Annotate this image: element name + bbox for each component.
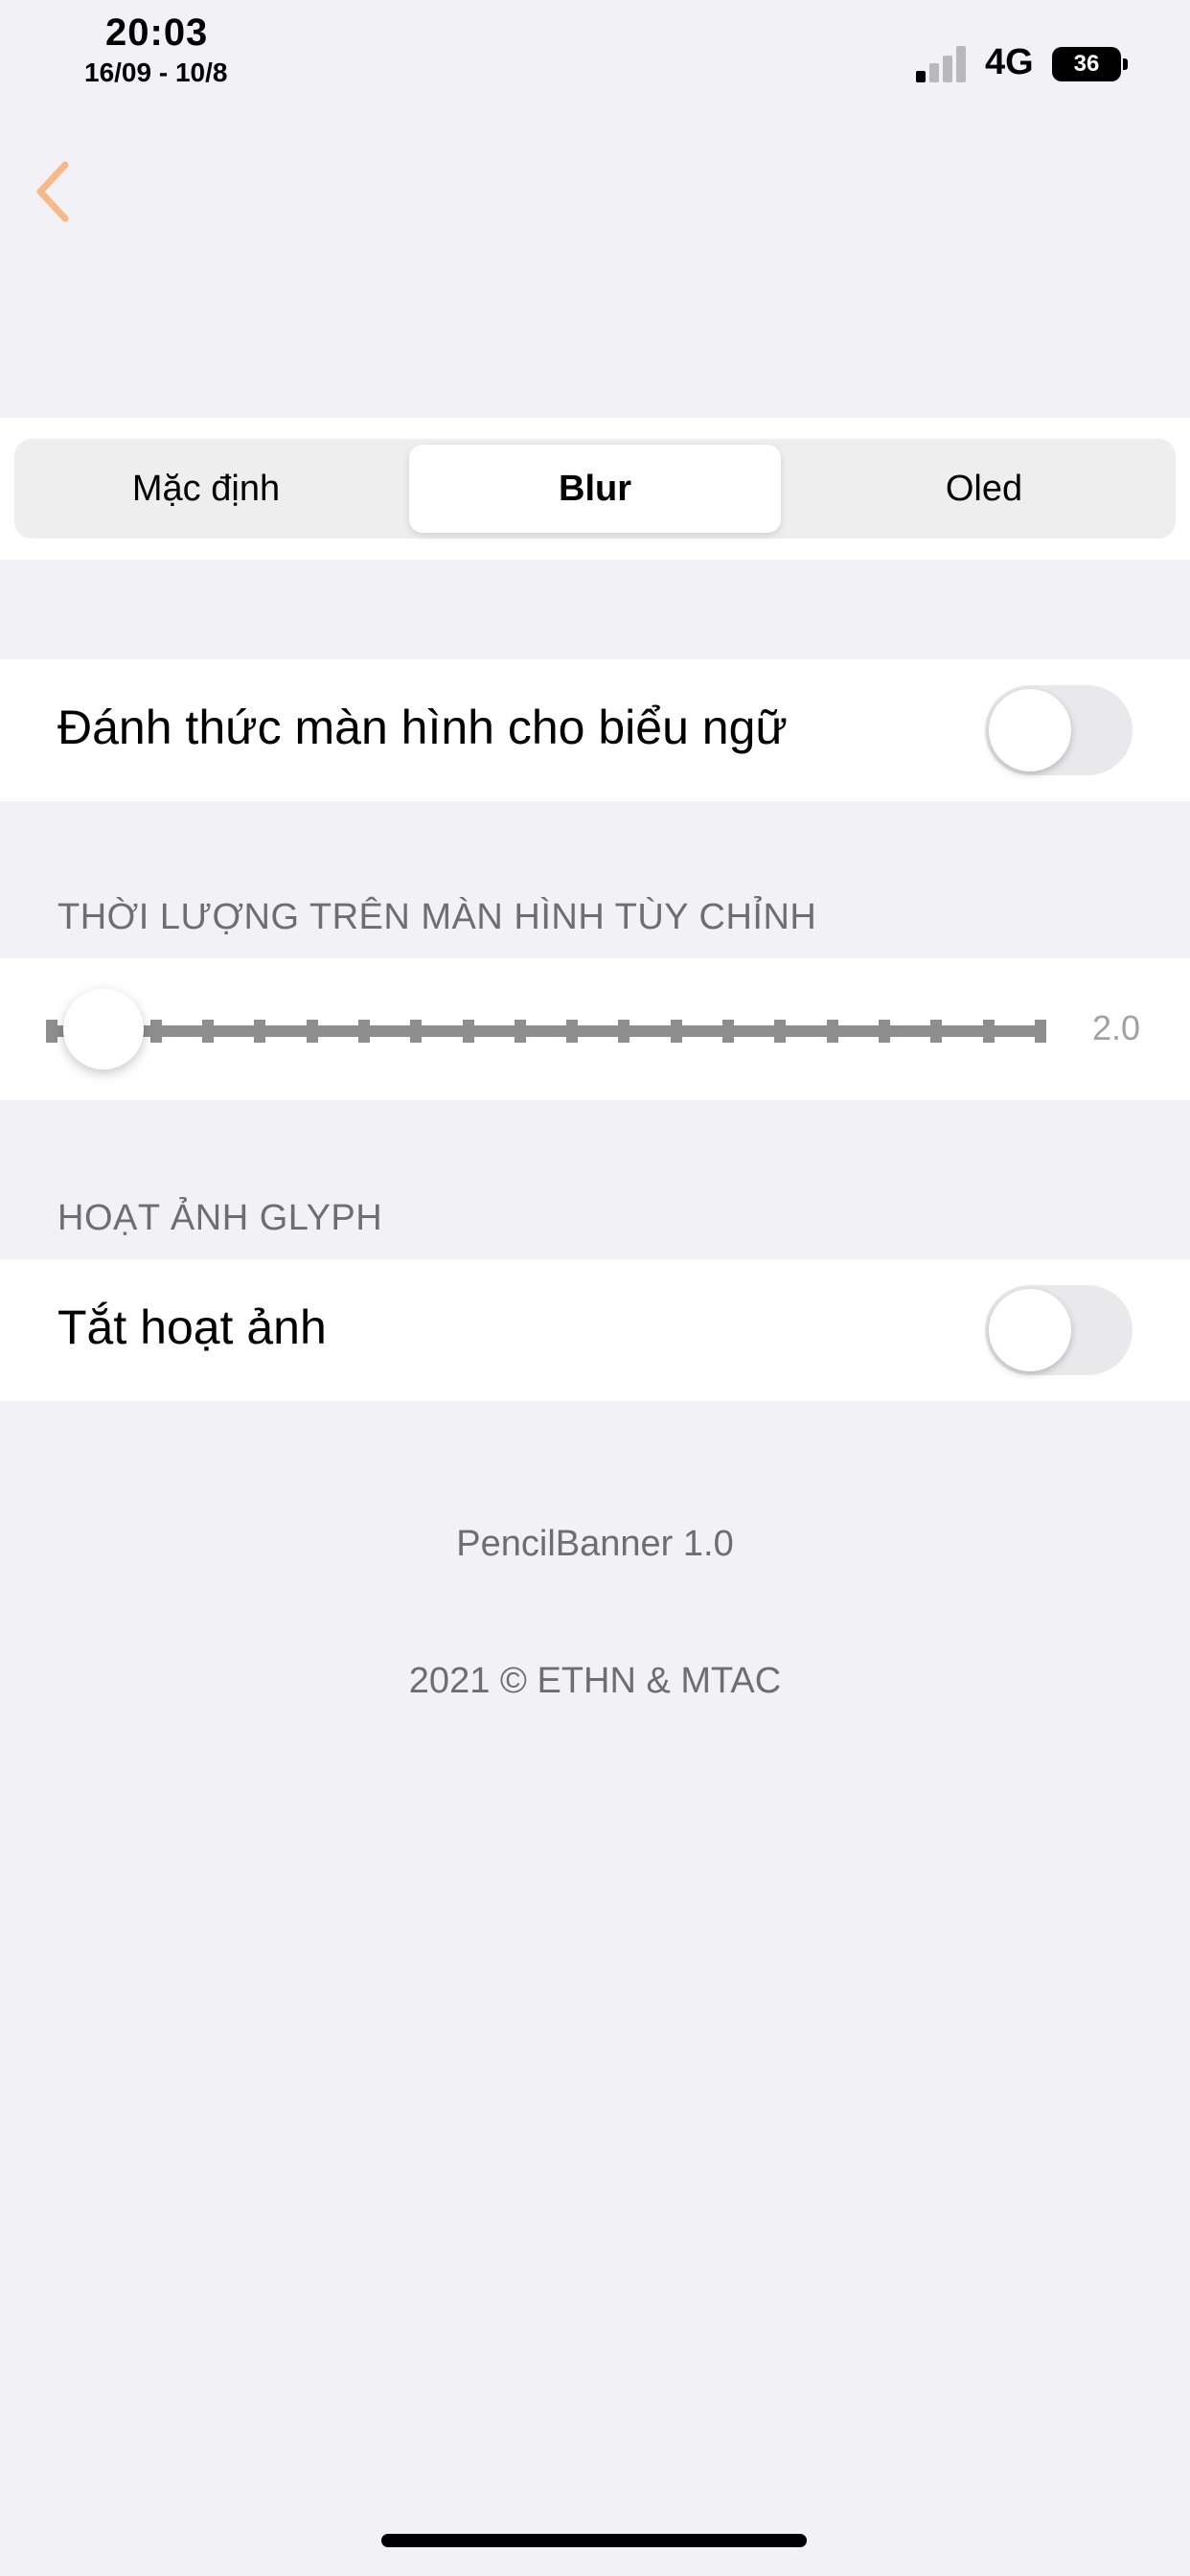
back-button[interactable]: [29, 153, 86, 230]
copyright-text: 2021 © ETHN & MTAC: [408, 1661, 782, 1701]
slider-tick: [515, 1020, 526, 1043]
style-segmented-control: Mặc định Blur Oled: [14, 439, 1176, 539]
slider-tick: [307, 1020, 318, 1043]
glyph-animation-row: Tắt hoạt ảnh: [0, 1259, 1190, 1401]
wake-screen-row: Đánh thức màn hình cho biểu ngữ: [0, 659, 1190, 801]
battery-nub: [1123, 58, 1128, 70]
slider-tick: [930, 1020, 942, 1043]
slider-tick: [410, 1020, 422, 1043]
toggle-knob: [989, 689, 1071, 771]
network-type: 4G: [985, 42, 1034, 82]
app-version: PencilBanner 1.0: [456, 1524, 734, 1564]
toggle-knob: [989, 1289, 1071, 1371]
battery-level: 36: [1073, 51, 1100, 77]
wake-screen-label: Đánh thức màn hình cho biểu ngữ: [57, 701, 788, 754]
cellular-signal-icon: [916, 44, 970, 82]
disable-animation-toggle[interactable]: [985, 1285, 1133, 1375]
slider-tick: [202, 1020, 214, 1043]
home-indicator[interactable]: [381, 2534, 807, 2547]
status-date: 16/09 - 10/8: [84, 58, 228, 87]
slider-tick: [358, 1020, 370, 1043]
slider-tick: [774, 1020, 786, 1043]
battery-icon: 36: [1052, 47, 1121, 81]
slider-tick: [879, 1020, 890, 1043]
slider-tick: [46, 1020, 57, 1043]
slider-tick: [671, 1020, 682, 1043]
glyph-section-header: HOẠT ẢNH GLYPH: [57, 1198, 383, 1238]
slider-tick: [1035, 1020, 1046, 1043]
duration-section-header: THỜI LƯỢNG TRÊN MÀN HÌNH TÙY CHỈNH: [57, 897, 817, 937]
slider-tick: [618, 1020, 629, 1043]
slider-tick: [463, 1020, 474, 1043]
duration-slider-thumb[interactable]: [63, 989, 144, 1070]
slider-tick: [150, 1020, 162, 1043]
slider-tick: [566, 1020, 578, 1043]
chevron-left-icon: [36, 161, 69, 222]
status-time: 20:03: [105, 12, 209, 54]
segment-blur[interactable]: Blur: [409, 445, 781, 533]
slider-tick: [254, 1020, 265, 1043]
disable-animation-label: Tắt hoạt ảnh: [57, 1300, 327, 1354]
wake-screen-toggle[interactable]: [985, 685, 1133, 775]
duration-value: 2.0: [1091, 1008, 1140, 1047]
status-bar: 20:03 16/09 - 10/8 4G 36: [0, 0, 1190, 105]
segment-default[interactable]: Mặc định: [14, 439, 398, 539]
duration-slider-track[interactable]: [46, 1025, 1046, 1037]
slider-tick: [722, 1020, 734, 1043]
segment-oled[interactable]: Oled: [792, 439, 1176, 539]
slider-tick: [827, 1020, 838, 1043]
slider-tick: [983, 1020, 995, 1043]
